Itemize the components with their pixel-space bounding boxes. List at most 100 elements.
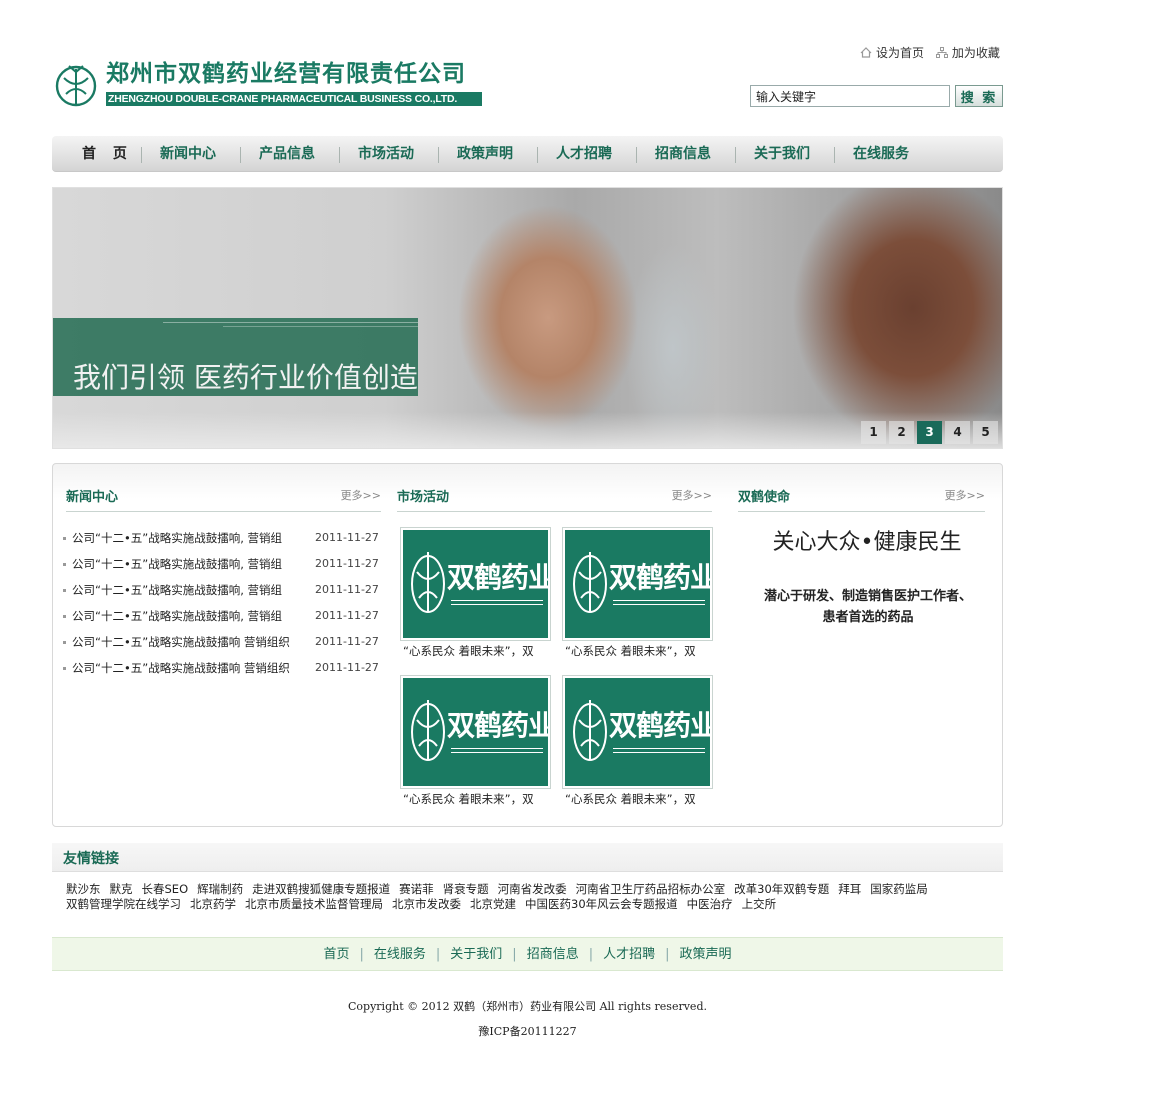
friend-link[interactable]: 上交所	[742, 897, 777, 911]
nav-market[interactable]: 市场活动	[358, 136, 414, 172]
news-item-date: 2011-11-27	[315, 557, 379, 570]
pager-5[interactable]: 5	[973, 421, 998, 444]
nav-products[interactable]: 产品信息	[259, 136, 315, 172]
friend-link[interactable]: 肾衰专题	[443, 882, 489, 896]
friend-link[interactable]: 国家药监局	[870, 882, 928, 896]
news-item[interactable]: 公司“十二•五”战略实施战鼓擂响 营销组织 2011-11-27	[63, 633, 383, 659]
pager-4[interactable]: 4	[945, 421, 970, 444]
footer-nav: 首页 | 在线服务 | 关于我们 | 招商信息 | 人才招聘 | 政策声明	[52, 937, 1003, 971]
home-icon	[860, 47, 872, 58]
crane-emblem-icon	[55, 65, 97, 107]
mission-title: 双鹤使命	[738, 490, 791, 505]
nav-recruit[interactable]: 人才招聘	[556, 136, 612, 172]
news-item[interactable]: 公司“十二•五”战略实施战鼓擂响 营销组织 2011-11-27	[63, 659, 383, 685]
market-item-caption: “心系民众 着眼未来”，双	[403, 792, 534, 806]
friend-links-list: 默沙东 默克 长春SEO 辉瑞制药 走进双鹤搜狐健康专题报道 赛诺菲 肾衰专题 河南省发改委河…	[66, 882, 986, 912]
mission-text: 潜心于研发、制造销售医护工作者、 患者首选的药品	[743, 586, 993, 628]
nav-divider	[141, 147, 142, 163]
footer-link-service[interactable]: 在线服务	[374, 947, 426, 962]
add-favorite-label: 加为收藏	[951, 46, 1000, 60]
market-item-caption: “心系民众 着眼未来”，双	[565, 792, 696, 806]
search-button[interactable]: 搜 索	[955, 85, 1003, 107]
news-more-link[interactable]: 更多>>	[341, 487, 381, 503]
friend-link[interactable]: 北京市发改委	[392, 897, 461, 911]
banner-caption: 我们引领 医药行业价值创造	[73, 361, 418, 394]
news-item-title: 公司“十二•五”战略实施战鼓擂响 营销组织	[72, 635, 290, 649]
footer-separator: |	[512, 947, 517, 962]
footer-link-about[interactable]: 关于我们	[450, 947, 502, 962]
market-header: 市场活动 更多>>	[397, 484, 712, 512]
footer-link-home[interactable]: 首页	[323, 947, 349, 962]
crane-logo-icon	[411, 552, 445, 613]
friend-link[interactable]: 北京党建	[470, 897, 516, 911]
nav-home[interactable]: 首 页	[82, 136, 133, 172]
news-item[interactable]: 公司“十二•五”战略实施战鼓擂响, 营销组 2011-11-27	[63, 581, 383, 607]
mission-more-link[interactable]: 更多>>	[945, 487, 985, 503]
friend-link[interactable]: 拜耳	[838, 882, 861, 896]
market-item-brand: 双鹤药业	[609, 561, 710, 594]
footer-link-recruit[interactable]: 人才招聘	[603, 947, 655, 962]
friend-link[interactable]: 中国医药30年风云会专题报道	[525, 897, 678, 911]
friend-link[interactable]: 赛诺菲	[399, 882, 434, 896]
friend-link[interactable]: 辉瑞制药	[197, 882, 243, 896]
market-item[interactable]: 双鹤药业 “心系民众 着眼未来”，双	[400, 675, 551, 810]
friend-link[interactable]: 走进双鹤搜狐健康专题报道	[252, 882, 390, 896]
hero-banner[interactable]: 我们引领 医药行业价值创造 1 2 3 4 5	[52, 187, 1003, 449]
footer-link-policy[interactable]: 政策声明	[680, 947, 732, 962]
news-item[interactable]: 公司“十二•五”战略实施战鼓擂响, 营销组 2011-11-27	[63, 555, 383, 581]
brand-underline	[451, 600, 543, 605]
top-links: 设为首页 加为收藏	[860, 44, 1008, 61]
pager-3[interactable]: 3	[917, 421, 942, 444]
caption-line	[163, 322, 418, 323]
friend-link[interactable]: 双鹤管理学院在线学习	[66, 897, 181, 911]
nav-service[interactable]: 在线服务	[853, 136, 909, 172]
add-favorite-link[interactable]: 加为收藏	[935, 44, 1000, 61]
mission-headline: 关心大众•健康民生	[772, 530, 962, 555]
news-item[interactable]: 公司“十二•五”战略实施战鼓擂响, 营销组 2011-11-27	[63, 529, 383, 555]
pager-1[interactable]: 1	[861, 421, 886, 444]
market-more-link[interactable]: 更多>>	[672, 487, 712, 503]
market-item-caption: “心系民众 着眼未来”，双	[565, 644, 696, 658]
friend-link[interactable]: 河南省卫生厅药品招标办公室	[576, 882, 726, 896]
nav-policy[interactable]: 政策声明	[457, 136, 513, 172]
pager-2[interactable]: 2	[889, 421, 914, 444]
nav-investment[interactable]: 招商信息	[655, 136, 711, 172]
banner-fade	[53, 412, 1002, 448]
nav-divider	[537, 147, 538, 163]
market-item-image: 双鹤药业	[562, 527, 713, 641]
banner-caption-box: 我们引领 医药行业价值创造	[53, 318, 418, 396]
market-item-brand: 双鹤药业	[447, 709, 548, 742]
friend-link[interactable]: 中医治疗	[687, 897, 733, 911]
company-logo[interactable]: 郑州市双鹤药业经营有限责任公司 ZHENGZHOU DOUBLE-CRANE P…	[54, 60, 484, 110]
friend-link[interactable]: 河南省发改委	[498, 882, 567, 896]
footer-separator: |	[359, 947, 364, 962]
friend-link[interactable]: 北京市质量技术监督管理局	[245, 897, 383, 911]
nav-news[interactable]: 新闻中心	[160, 136, 216, 172]
news-item-title: 公司“十二•五”战略实施战鼓擂响, 营销组	[72, 557, 283, 571]
news-item[interactable]: 公司“十二•五”战略实施战鼓擂响, 营销组 2011-11-27	[63, 607, 383, 633]
news-item-title: 公司“十二•五”战略实施战鼓擂响, 营销组	[72, 531, 283, 545]
market-item[interactable]: 双鹤药业 “心系民众 着眼未来”，双	[400, 527, 551, 662]
friend-link[interactable]: 长春SEO	[142, 882, 189, 896]
news-item-date: 2011-11-27	[315, 531, 379, 544]
footer-link-investment[interactable]: 招商信息	[527, 947, 579, 962]
set-home-link[interactable]: 设为首页	[860, 44, 924, 61]
crane-logo-icon	[573, 552, 607, 613]
crane-logo-icon	[411, 700, 445, 761]
caption-line	[223, 326, 418, 327]
icp-number: 豫ICP备20111227	[478, 1025, 577, 1038]
copyright: Copyright © 2012 双鹤（郑州市）药业有限公司 All right…	[348, 1000, 707, 1013]
search-input[interactable]	[750, 85, 950, 107]
market-item-image: 双鹤药业	[562, 675, 713, 789]
market-item-brand: 双鹤药业	[447, 561, 548, 594]
set-home-label: 设为首页	[876, 46, 925, 60]
friend-link[interactable]: 默沙东	[66, 882, 101, 896]
friend-link[interactable]: 默克	[110, 882, 133, 896]
nav-about[interactable]: 关于我们	[754, 136, 810, 172]
friend-link[interactable]: 北京药学	[190, 897, 236, 911]
news-item-title: 公司“十二•五”战略实施战鼓擂响 营销组织	[72, 661, 290, 675]
friend-link[interactable]: 改革30年双鹤专题	[734, 882, 829, 896]
footer-separator: |	[588, 947, 594, 962]
market-item[interactable]: 双鹤药业 “心系民众 着眼未来”，双	[562, 675, 713, 810]
market-item[interactable]: 双鹤药业 “心系民众 着眼未来”，双	[562, 527, 713, 662]
